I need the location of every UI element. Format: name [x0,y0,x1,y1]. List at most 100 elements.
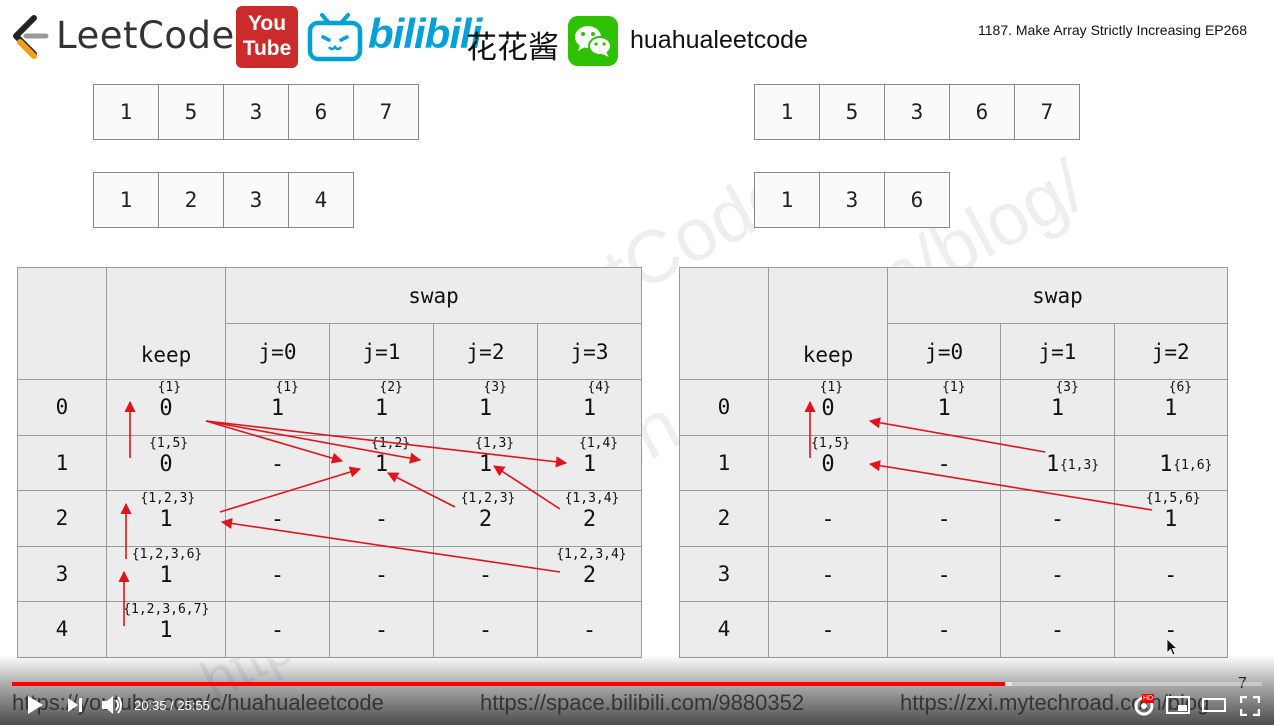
j-header: j=2 [433,323,538,380]
swap-value: 1 [1050,396,1065,421]
j-header: j=1 [329,323,434,380]
swap-set-label: {1,4} [579,435,619,451]
swap-cell: 2 {1,2,3} [433,490,538,547]
swap-set-label: {1,3,4} [564,491,620,506]
arr1-cell: 5 [819,84,885,140]
arr1-cell: 3 [223,84,289,140]
swap-value: 2 [478,507,493,532]
swap-cell: - [225,601,330,658]
arr1-cell: 6 [288,84,354,140]
play-icon[interactable] [26,695,44,715]
progress-bar[interactable] [12,682,1262,686]
row-index: 0 [17,379,107,436]
keep-value: - [821,562,835,588]
swap-cell: - [537,601,642,658]
swap-cell: 1 {1} [225,379,330,436]
swap-value: - [270,562,285,588]
arr1-cell: 1 [93,84,159,140]
arr2-cell: 1 [93,172,159,228]
keep-header: keep [106,267,226,380]
miniplayer-icon[interactable] [1166,696,1190,714]
keep-cell: - [768,490,888,547]
youtube-logo-tube: Tube [242,37,292,60]
swap-value: 1 [478,451,493,477]
keep-value: 0 [159,396,173,421]
swap-set-label: {1,2,3,4} [556,546,627,562]
channel-name: huahualeetcode [630,26,808,54]
keep-cell: 1 {1,2,3} [106,490,226,547]
swap-cell: - [1000,545,1115,602]
swap-cell: 1 {3} [433,379,538,436]
i-header [679,267,769,380]
swap-set-label: {4} [587,380,611,395]
swap-value: - [1164,562,1178,588]
swap-cell: 1 {1,5,6} [1113,490,1228,547]
swap-value: 2 [582,562,597,588]
row-index: 4 [17,601,107,658]
right-arr1-array: 15367 [754,84,1080,140]
swap-cell: - [329,601,434,658]
arr1-cell: 6 [949,84,1015,140]
swap-set-label: {1,3} [475,435,515,451]
row-index: 3 [679,545,769,602]
swap-cell: 1 {1,6} [1113,434,1228,491]
swap-value: - [270,451,285,477]
video-time: 20:35 / 25:55 [134,698,210,713]
swap-set-label: {1,6} [1173,457,1213,473]
swap-cell: - [433,601,538,658]
fullscreen-icon[interactable] [1240,696,1260,716]
swap-cell: 1 {1,2} [329,434,434,491]
arr1-cell: 1 [754,84,820,140]
swap-value: - [374,562,389,588]
keep-value: - [821,507,835,532]
swap-cell: - [887,601,1002,658]
theater-icon[interactable] [1202,698,1226,712]
left-arr2-array: 1234 [93,172,354,228]
arr1-cell: 3 [884,84,950,140]
swap-set-label: {1,2} [371,435,411,451]
swap-set-label: {2} [379,380,403,395]
swap-cell: 1 {1,3} [433,434,538,491]
channel-name-chinese: 花花酱 [466,30,559,66]
leetcode-wordmark: LeetCode [56,14,235,57]
swap-cell: - [1113,545,1228,602]
swap-value: 1 [374,396,389,421]
row-index: 2 [679,490,769,547]
keep-value: 1 [159,562,173,588]
arr1-cell: 7 [353,84,419,140]
next-icon[interactable] [66,696,84,714]
keep-set-label: {1,5} [149,435,189,451]
swap-value: - [937,451,951,477]
swap-value: - [270,507,285,532]
j-header: j=3 [537,323,642,380]
arr2-cell: 3 [819,172,885,228]
swap-value: - [1050,562,1065,588]
arr1-cell: 7 [1014,84,1080,140]
arr2-cell: 3 [223,172,289,228]
swap-set-label: {1,3} [1059,457,1100,473]
swap-cell: 1 {1} [887,379,1002,436]
row-index: 1 [679,434,769,491]
arr1-cell: 5 [158,84,224,140]
swap-value: - [937,507,951,532]
swap-set-label: {3} [483,380,507,395]
i-header [17,267,107,380]
keep-set-label: {1,5} [811,435,851,451]
volume-icon[interactable] [100,694,124,716]
left-arr1-array: 15367 [93,84,419,140]
keep-cell: - [768,601,888,658]
swap-value: - [270,618,285,643]
row-index: 2 [17,490,107,547]
swap-value: - [1050,618,1065,643]
swap-cell: - [887,545,1002,602]
arr2-cell: 1 [754,172,820,228]
swap-cell: 1 {1,3} [1000,434,1115,491]
blog-url-caption: https://zxi.mytechroad.com/blog [900,690,1210,715]
swap-cell: 1 {1,4} [537,434,642,491]
swap-value: 1 [1164,396,1178,421]
swap-cell: - [1000,490,1115,547]
bilibili-wordmark: bilibili [368,10,482,57]
swap-cell: - [433,545,538,602]
keep-header: keep [768,267,888,380]
swap-set-label: {1} [275,380,299,395]
